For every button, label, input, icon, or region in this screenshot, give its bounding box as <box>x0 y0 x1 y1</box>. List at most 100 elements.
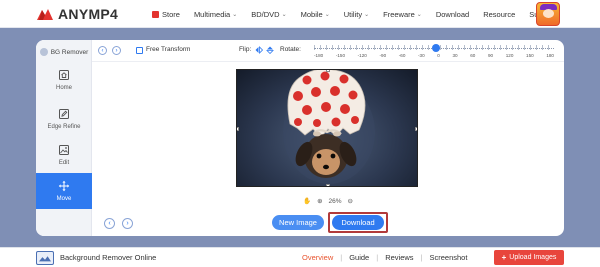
footer-link-guide[interactable]: Guide <box>349 253 369 262</box>
nav-item-bd-dvd[interactable]: BD/DVD ⌄ <box>251 10 286 19</box>
sidebar-item-home[interactable]: Home <box>36 62 92 98</box>
flip-vertical-icon[interactable] <box>266 46 274 54</box>
footer-links: Overview | Guide | Reviews | Screenshot <box>302 253 467 262</box>
footer-bar: Background Remover Online Overview | Gui… <box>0 247 600 267</box>
rotate-tick-label: 60 <box>470 53 476 58</box>
brand-logo[interactable]: ANYMP4 <box>36 5 118 23</box>
nav-item-store[interactable]: Store <box>152 10 180 19</box>
nav-item-label: BD/DVD <box>251 9 280 19</box>
nav-item-label: Resource <box>483 9 516 19</box>
zoom-controls: ✋ ⊕ 26% ⊖ <box>92 195 564 207</box>
nav-item-label: Freeware <box>383 9 415 19</box>
free-transform-checkbox[interactable] <box>136 47 143 54</box>
store-icon <box>152 10 159 18</box>
flip-horizontal-icon[interactable] <box>255 46 263 54</box>
rotate-slider[interactable]: -180 -150 -120 -90 -60 -30 0 30 60 90 120 150 180 <box>314 43 554 60</box>
undo-button[interactable]: ‹ <box>98 46 107 55</box>
nav-item-freeware[interactable]: Freeware ⌄ <box>383 10 422 19</box>
new-image-button[interactable]: New Image <box>272 215 324 230</box>
rotate-tick-label: 90 <box>487 53 494 58</box>
brand-logo-icon <box>37 9 53 20</box>
main-menu: Store Multimedia ⌄ BD/DVD ⌄ Mobile ⌄ Uti… <box>152 0 570 28</box>
zoom-level: 26% <box>328 197 342 205</box>
flip-label: Flip: <box>239 46 252 53</box>
resize-handle-left[interactable] <box>237 127 239 131</box>
upload-images-button[interactable]: + Upload Images <box>494 250 564 265</box>
footer-separator: | <box>420 253 423 262</box>
nav-item-label: Multimedia <box>193 9 231 19</box>
mascot-face <box>543 9 554 18</box>
rotate-tick-label: 0 <box>437 53 440 58</box>
bg-remover-icon <box>39 48 48 56</box>
image-edit-icon <box>59 145 69 155</box>
rotate-tick-label: -30 <box>418 53 425 58</box>
sidebar-item-move[interactable]: Move <box>36 173 92 209</box>
chevron-down-icon: ⌄ <box>281 11 287 18</box>
chevron-down-icon: ⌄ <box>364 11 370 18</box>
free-transform-label: Free Transform <box>146 46 191 53</box>
chevron-down-icon: ⌄ <box>416 11 422 18</box>
resize-handle-right[interactable] <box>415 127 417 131</box>
rotate-tick-label: -150 <box>335 53 346 58</box>
zoom-out-icon[interactable]: ⊖ <box>348 197 353 205</box>
nav-item-resource[interactable]: Resource <box>483 10 515 19</box>
chevron-down-icon: ⌄ <box>232 11 238 18</box>
nav-item-label: Store <box>162 9 180 19</box>
pen-icon <box>59 109 69 119</box>
rotate-tick-label: -120 <box>357 53 367 58</box>
sidebar-item-label: Edit <box>58 160 70 166</box>
home-icon <box>59 70 69 80</box>
rotate-tick-label: -180 <box>314 53 324 58</box>
resize-handle-top[interactable] <box>326 70 330 72</box>
editor-panel: BG Remover Home Edge Refine Edit Move ‹ … <box>36 40 564 236</box>
footer-link-overview[interactable]: Overview <box>302 253 333 262</box>
plus-icon: + <box>501 253 507 262</box>
edited-image[interactable] <box>236 69 418 187</box>
sidebar-item-label: Home <box>55 85 72 91</box>
nav-item-label: Utility <box>343 9 363 19</box>
nav-item-mobile[interactable]: Mobile ⌄ <box>301 10 330 19</box>
edit-toolbar: ‹ › Free Transform Flip: Rotate: -180 -15… <box>92 40 564 62</box>
rotate-tick-label: 180 <box>546 53 554 58</box>
chevron-down-icon: ⌄ <box>324 11 330 18</box>
promo-mascot-icon[interactable] <box>536 2 560 26</box>
nav-item-label: Mobile <box>300 9 323 19</box>
footer-link-screenshot[interactable]: Screenshot <box>429 253 467 262</box>
top-navigation-bar: ANYMP4 Store Multimedia ⌄ BD/DVD ⌄ Mobil… <box>0 0 600 28</box>
footer-separator: | <box>340 253 343 262</box>
resize-handle-bottom[interactable] <box>326 184 330 186</box>
footer-title: Background Remover Online <box>60 253 157 262</box>
next-image-button[interactable]: › <box>122 218 133 229</box>
upload-images-label: Upload Images <box>509 254 557 261</box>
sidebar-item-edge-refine[interactable]: Edge Refine <box>36 101 92 137</box>
sidebar-item-label: Move <box>56 196 72 202</box>
rotate-label: Rotate: <box>280 46 301 53</box>
puppy-in-polka-dot-shell-image <box>283 70 375 184</box>
nav-item-utility[interactable]: Utility ⌄ <box>344 10 369 19</box>
rotate-tick-label: 120 <box>505 53 514 58</box>
image-canvas[interactable] <box>92 62 564 205</box>
sidebar-item-label: Edge Refine <box>47 124 81 130</box>
move-icon <box>58 180 70 192</box>
rotate-tick-label: 30 <box>452 53 458 58</box>
rotate-tick-label: 150 <box>526 53 534 58</box>
nav-item-download[interactable]: Download <box>436 10 469 19</box>
brand-name: ANYMP4 <box>58 6 119 22</box>
sidebar: BG Remover Home Edge Refine Edit Move <box>36 40 92 236</box>
footer-separator: | <box>376 253 379 262</box>
previous-image-button[interactable]: ‹ <box>104 218 115 229</box>
sidebar-title-label: BG Remover <box>50 48 89 56</box>
redo-button[interactable]: › <box>112 46 121 55</box>
nav-item-multimedia[interactable]: Multimedia ⌄ <box>194 10 237 19</box>
download-button[interactable]: Download <box>332 215 384 230</box>
rotate-tick-labels: -180 -150 -120 -90 -60 -30 0 30 60 90 120 150 180 <box>314 53 554 58</box>
nav-item-label: Download <box>435 9 470 19</box>
rotate-tick-label: -90 <box>379 53 387 58</box>
hand-tool-icon[interactable]: ✋ <box>303 197 311 205</box>
footer-link-reviews[interactable]: Reviews <box>385 253 413 262</box>
zoom-in-icon[interactable]: ⊕ <box>317 197 322 205</box>
background-remover-logo-icon <box>36 251 54 265</box>
sidebar-item-edit[interactable]: Edit <box>36 137 92 173</box>
rotate-slider-thumb[interactable] <box>432 44 440 52</box>
sidebar-title: BG Remover <box>36 45 92 59</box>
